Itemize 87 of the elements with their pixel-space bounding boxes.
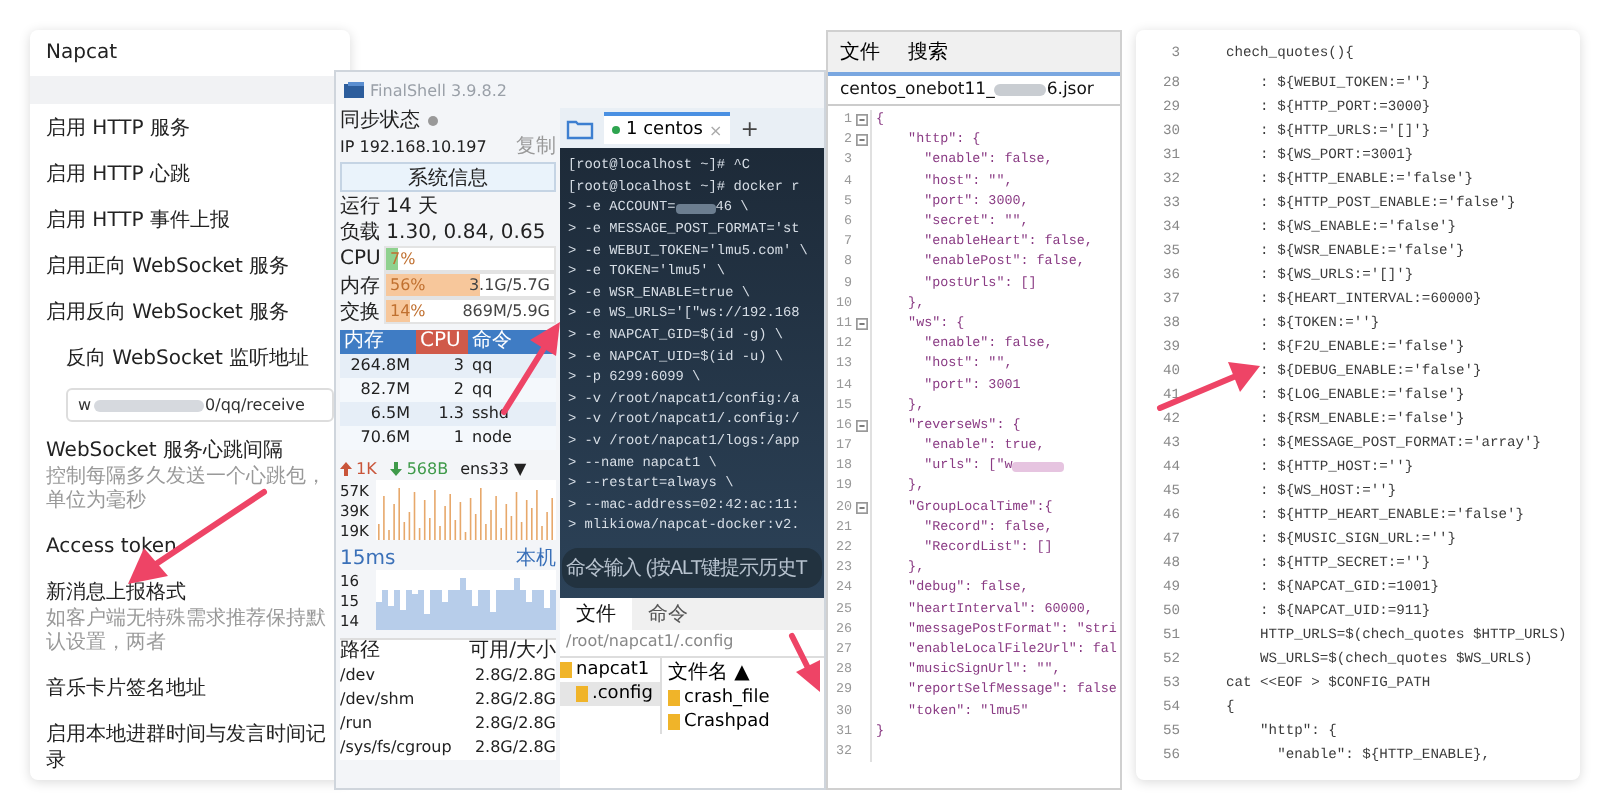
table-cell-text: qq — [470, 378, 493, 402]
panel-tab[interactable]: 文件 — [560, 597, 632, 630]
meter-label: CPU — [340, 248, 380, 270]
setting-label: 新消息上报格式 — [46, 580, 188, 606]
meter-label: 内存 — [340, 273, 380, 299]
fold-icon[interactable] — [855, 419, 867, 432]
redacted-blur — [675, 203, 716, 214]
tab-label: 1 centos — [626, 120, 704, 140]
panel-tab[interactable]: 命令 — [632, 597, 704, 630]
setting-hint: 控制每隔多久发送一个心跳包，单位为毫秒 — [46, 466, 328, 514]
table-cell: /dev — [340, 664, 375, 688]
upload-rate: 1K — [356, 459, 377, 477]
table-cell-text: 82.7M — [358, 378, 412, 402]
meter-label: 交换 — [340, 299, 380, 325]
column-header[interactable]: CPU — [416, 330, 468, 354]
connected-dot-icon — [612, 126, 620, 134]
column-header: 路径 — [340, 640, 380, 664]
new-tab-button[interactable]: + — [740, 115, 759, 141]
setting-label: 反向 WebSocket 监听地址 — [66, 346, 312, 372]
setting-label: 启用正向 WebSocket 服务 — [46, 254, 292, 280]
system-info-button[interactable]: 系统信息 — [340, 162, 556, 192]
setting-hint: 如客户端无特殊需求推荐保持默认设置，两者 — [46, 608, 328, 656]
column-header[interactable]: 文件名 ▲ — [668, 657, 824, 686]
app-logo-icon — [344, 82, 364, 98]
setting-label: 音乐卡片签名地址 — [46, 676, 208, 702]
setting-label: 启用反向 WebSocket 服务 — [46, 300, 292, 326]
file-item[interactable]: Crashpad — [684, 711, 770, 732]
sync-status-label: 同步状态 — [340, 108, 420, 134]
table-cell: 2.8G/2.8G — [474, 736, 556, 760]
table-cell: /sys/fs/cgroup — [340, 736, 452, 760]
table-cell-text: 3 — [451, 354, 466, 378]
table-cell: 2.8G/2.8G — [474, 688, 556, 712]
file-tab[interactable]: centos_onebot11_ 6.jsor — [828, 72, 1120, 106]
setting-label: 启用 HTTP 心跳 — [46, 162, 192, 188]
load-text: 负载 1.30, 0.84, 0.65 — [340, 220, 546, 246]
fold-icon[interactable] — [855, 114, 867, 127]
table-cell-text: 6.5M — [368, 402, 412, 426]
download-rate: 568B — [406, 459, 449, 477]
table-cell: /run — [340, 712, 373, 736]
column-header: 可用/大小 — [469, 640, 556, 664]
command-input[interactable]: 命令输入 (按ALT键提示历史T — [562, 547, 822, 588]
table-cell-text: node — [470, 426, 512, 450]
setting-label: Access token — [46, 534, 179, 560]
setting-label: 启用本地进群时间与发言时间记录 — [46, 722, 328, 774]
interface-dropdown[interactable]: ens33 ▼ — [460, 459, 527, 477]
table-cell-text: 70.6M — [358, 426, 412, 450]
redacted-blur — [93, 399, 204, 411]
fold-icon[interactable] — [855, 317, 867, 330]
redacted-blur — [994, 84, 1047, 96]
folder-icon[interactable] — [566, 117, 594, 139]
table-cell-text: qq — [470, 354, 493, 378]
table-cell: 2.8G/2.8G — [474, 664, 556, 688]
setting-label: 启用 HTTP 服务 — [46, 116, 192, 142]
fold-icon[interactable] — [855, 501, 867, 514]
arrow-annotation — [789, 633, 820, 692]
meter-reading: 869M/5.9G — [462, 302, 552, 320]
column-header[interactable]: 命令 — [468, 330, 512, 354]
meter-percent: 56% — [388, 276, 426, 294]
menu-item[interactable]: 文件 — [840, 38, 880, 66]
fold-icon[interactable] — [855, 134, 867, 147]
menu-item[interactable]: 搜索 — [908, 38, 948, 66]
meter-percent: 7% — [388, 250, 416, 268]
table-cell-text: 1 — [451, 426, 466, 450]
meter-reading: 3.1G/5.7G — [468, 276, 552, 294]
ip-address: IP 192.168.10.197 — [340, 136, 487, 160]
arrow-annotation — [1157, 362, 1260, 411]
table-cell-text: 264.8M — [348, 354, 412, 378]
tree-item[interactable]: .config — [560, 681, 660, 706]
setting-label: WebSocket 服务心跳间隔 — [46, 438, 285, 464]
path-field[interactable]: /root/napcat1/.config — [560, 629, 824, 658]
download-arrow-icon — [390, 461, 403, 475]
upload-arrow-icon — [340, 461, 352, 475]
terminal-tab[interactable]: 1 centos × — [604, 112, 731, 144]
file-item[interactable]: crash_file — [684, 687, 770, 708]
table-cell-text: 1.3 — [436, 402, 466, 426]
table-cell: 2.8G/2.8G — [474, 712, 556, 736]
table-cell: /dev/shm — [340, 688, 415, 712]
uptime-text: 运行 14 天 — [340, 194, 439, 220]
window-title: FinalShell 3.9.8.2 — [370, 81, 507, 99]
tree-item[interactable]: napcat1 — [576, 659, 650, 680]
host-label: 本机 — [516, 545, 556, 572]
table-cell-text: 2 — [451, 378, 466, 402]
window-title: Napcat — [44, 40, 120, 68]
latency-text: 15ms — [340, 547, 396, 569]
status-dot-icon — [428, 116, 438, 126]
setting-label: 启用 HTTP 事件上报 — [46, 208, 232, 234]
url-field[interactable]: w 0/qq/receive — [66, 388, 334, 422]
